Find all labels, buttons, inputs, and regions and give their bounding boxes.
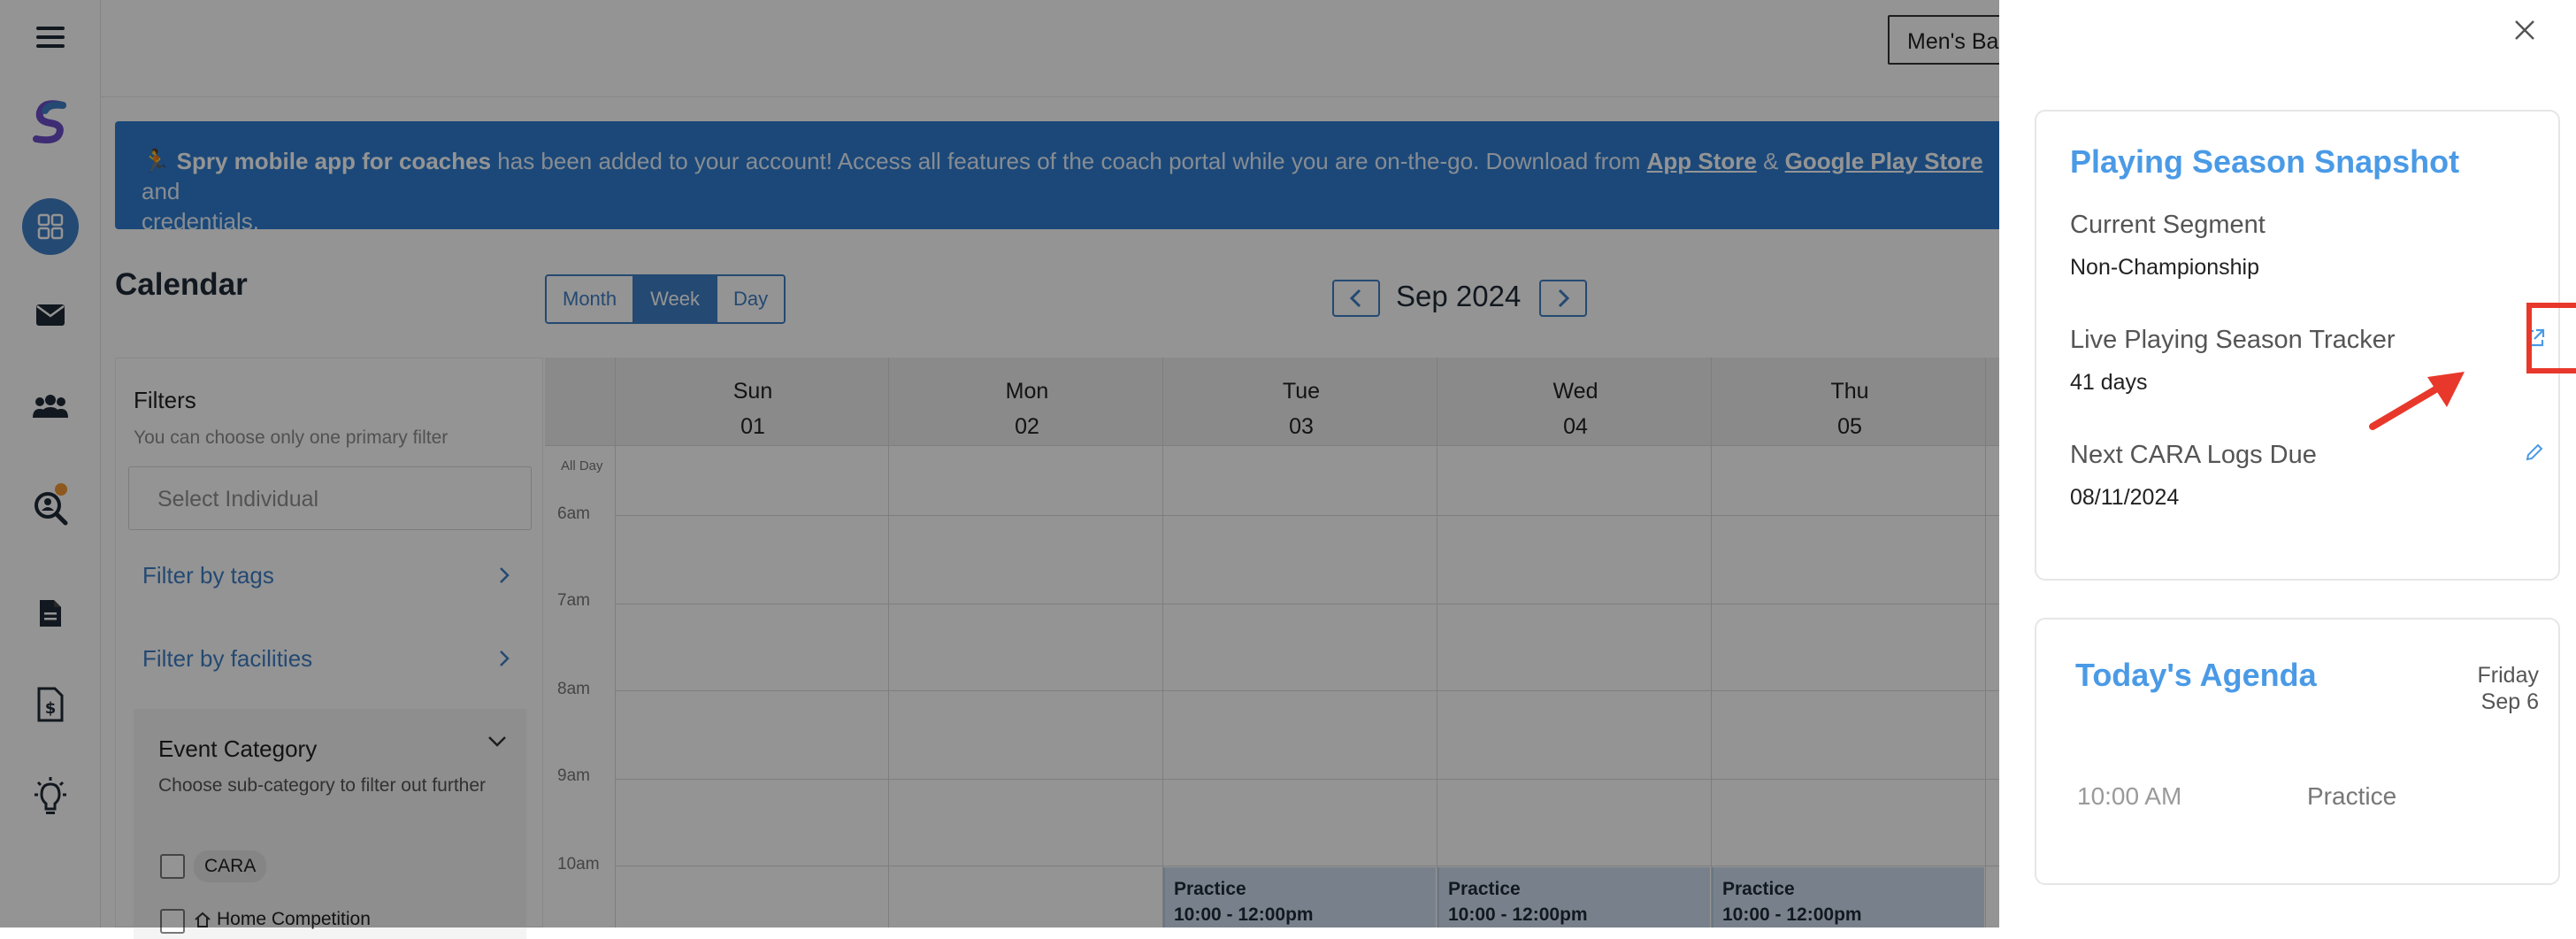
snapshot-title: Playing Season Snapshot xyxy=(2070,143,2460,180)
todays-agenda-card: Today's Agenda Friday Sep 6 10:00 AM Pra… xyxy=(2035,618,2560,885)
modal-backdrop[interactable] xyxy=(0,0,1999,927)
edit-pencil-icon[interactable] xyxy=(2525,443,2549,467)
tracker-value: 41 days xyxy=(2070,370,2148,395)
red-arrow-icon xyxy=(2365,363,2472,434)
current-segment-value: Non-Championship xyxy=(2070,255,2260,280)
agenda-title: Today's Agenda xyxy=(2075,657,2317,693)
cara-logs-label: Next CARA Logs Due xyxy=(2070,441,2317,469)
side-drawer: Playing Season Snapshot Current Segment … xyxy=(1999,0,2576,927)
app-root: $ Men's Ba 🏃 Spry mobile app for coaches… xyxy=(0,0,2576,939)
agenda-date: Friday Sep 6 xyxy=(2452,662,2539,715)
close-icon[interactable] xyxy=(2507,12,2542,48)
playing-season-snapshot-card: Playing Season Snapshot Current Segment … xyxy=(2035,110,2560,581)
cara-logs-value: 08/11/2024 xyxy=(2070,485,2180,510)
agenda-day: Sep 6 xyxy=(2480,689,2539,714)
agenda-item-time: 10:00 AM xyxy=(2077,782,2182,810)
tracker-label: Live Playing Season Tracker xyxy=(2070,326,2396,354)
agenda-weekday: Friday xyxy=(2477,663,2539,688)
highlight-box xyxy=(2526,303,2576,373)
current-segment-label: Current Segment xyxy=(2070,211,2266,239)
agenda-item-event[interactable]: Practice xyxy=(2307,782,2396,811)
